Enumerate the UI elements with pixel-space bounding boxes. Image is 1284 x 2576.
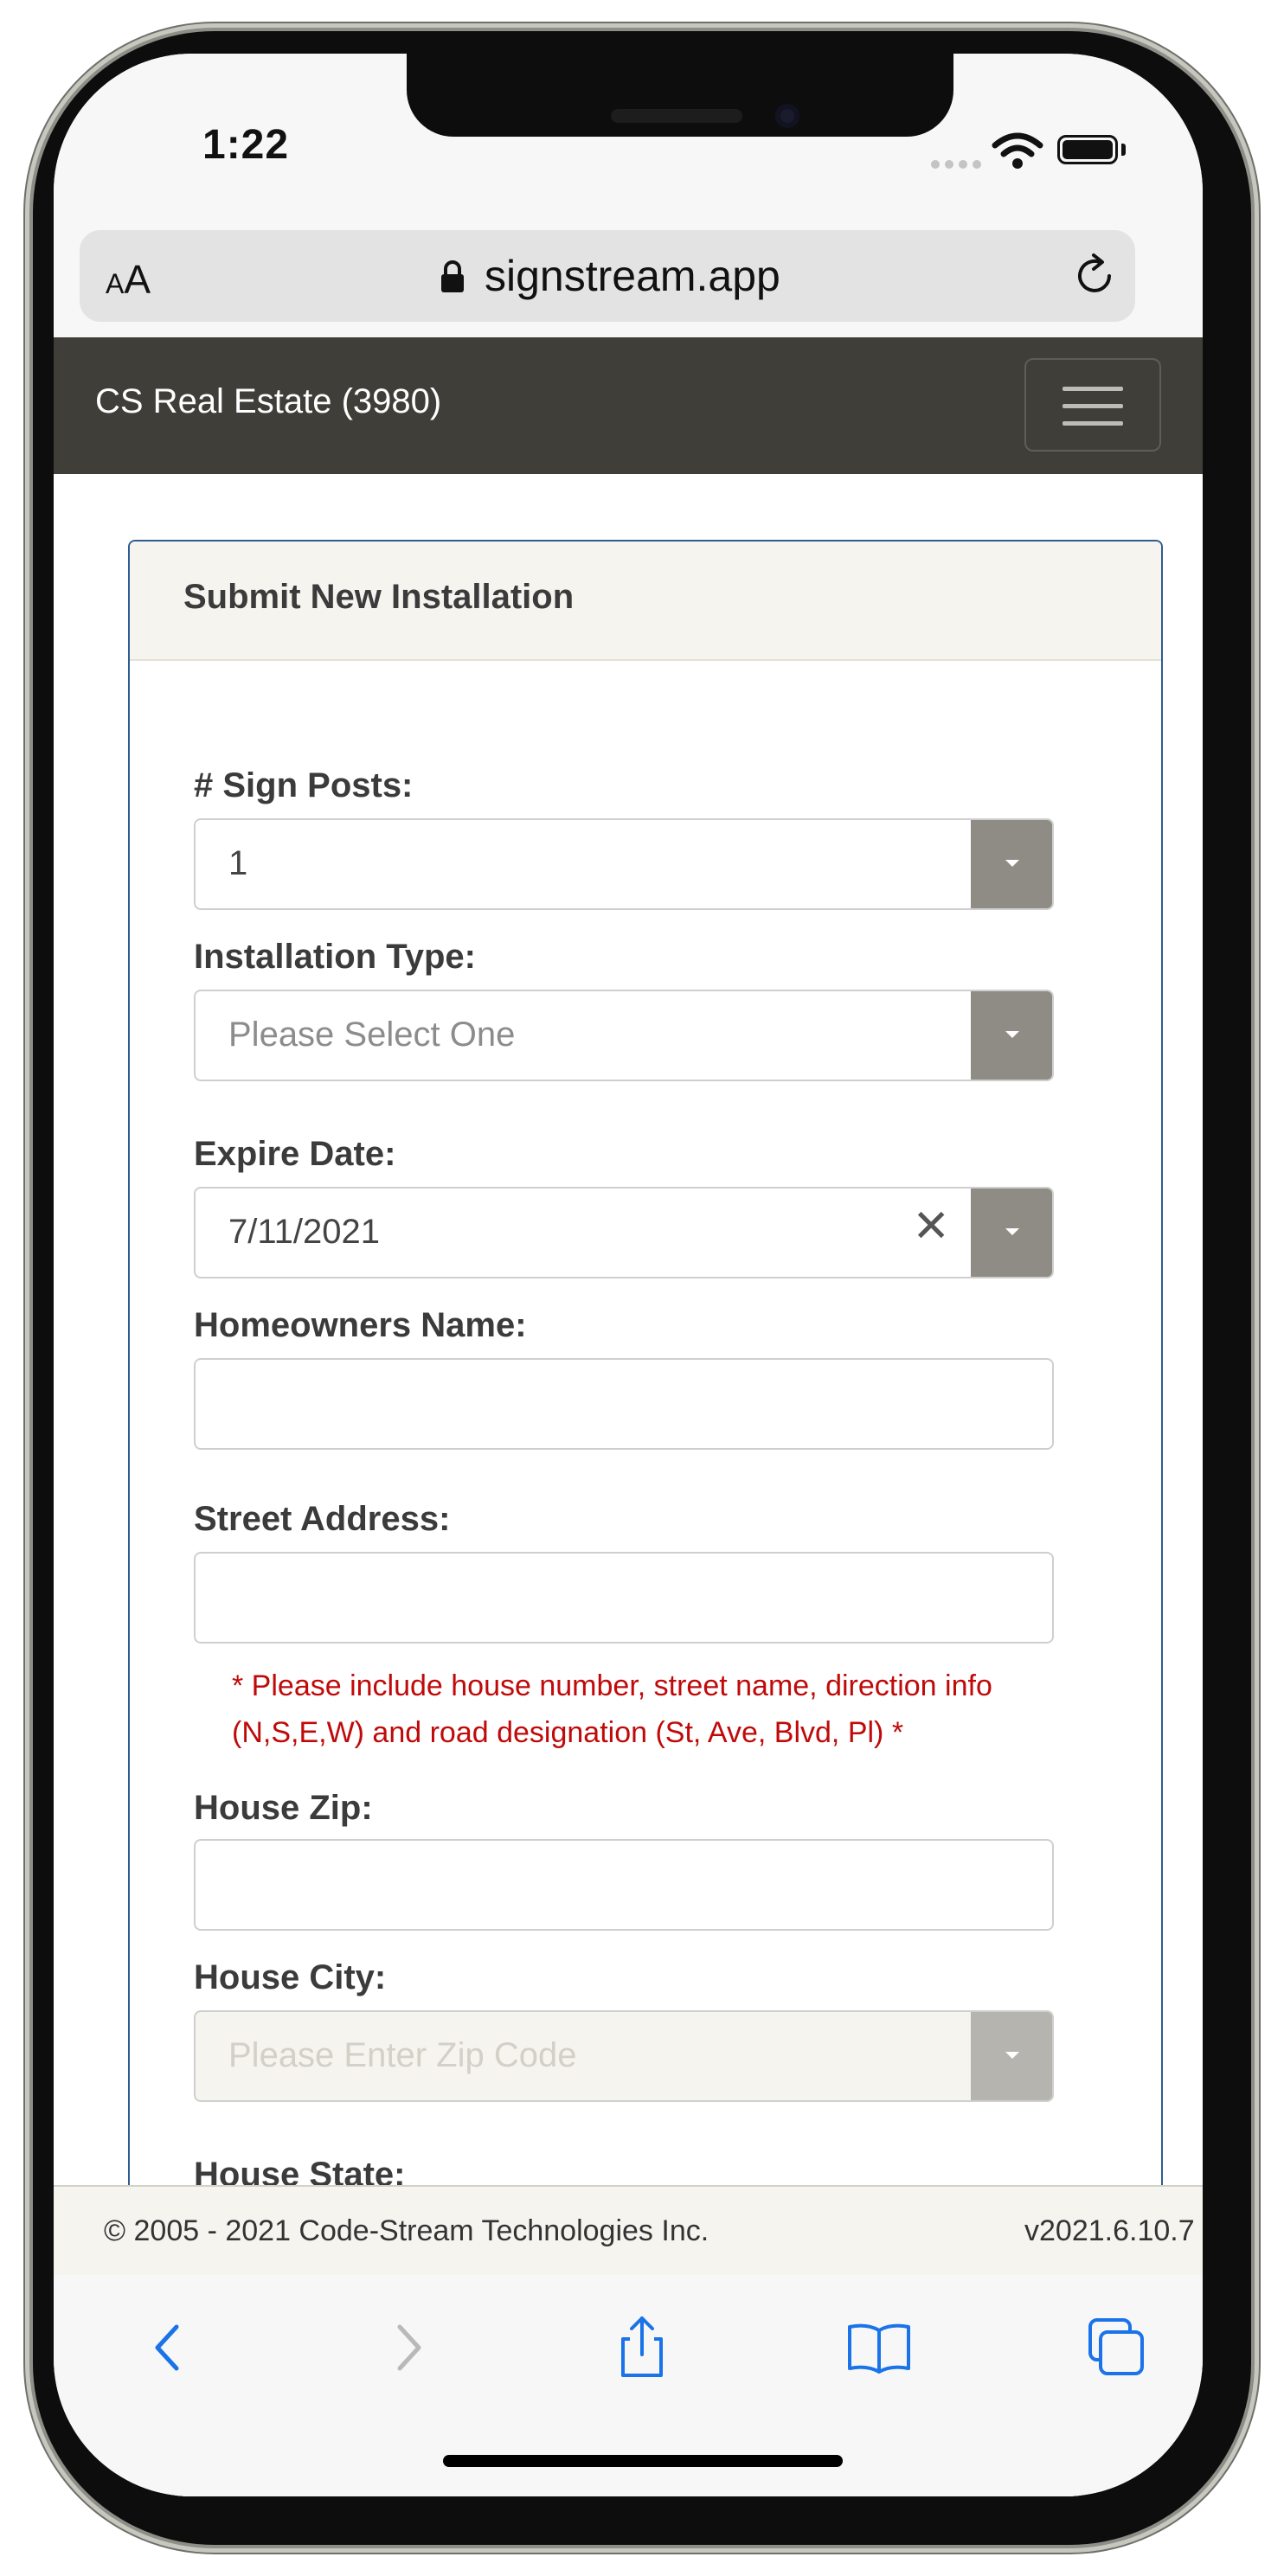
- sign-posts-value: 1: [228, 844, 248, 882]
- text-size-button[interactable]: AA: [106, 256, 151, 303]
- house-city-dropdown-button: [971, 2012, 1052, 2100]
- installation-type-placeholder: Please Select One: [228, 1016, 516, 1054]
- street-address-hint: * Please include house number, street na…: [232, 1669, 992, 1749]
- caret-down-icon: [1005, 1228, 1019, 1235]
- navbar-brand[interactable]: CS Real Estate (3980): [95, 382, 441, 421]
- hamburger-icon: [1063, 421, 1123, 426]
- sign-posts-select[interactable]: 1: [194, 818, 1054, 910]
- hamburger-icon: [1063, 387, 1123, 391]
- caret-down-icon: [1005, 1031, 1019, 1038]
- street-address-label: Street Address:: [194, 1500, 451, 1538]
- expire-date-value: 7/11/2021: [228, 1213, 380, 1251]
- version-text: v2021.6.10.7: [1024, 2214, 1195, 2247]
- browser-address-area: AA signstream.app: [54, 218, 1203, 337]
- app-navbar: CS Real Estate (3980): [54, 337, 1203, 474]
- hamburger-icon: [1063, 404, 1123, 408]
- homeowners-name-label: Homeowners Name:: [194, 1306, 527, 1344]
- wifi-icon: [992, 132, 1043, 169]
- mute-switch: [24, 510, 33, 597]
- text-size-large-glyph: A: [124, 257, 151, 302]
- device-notch: [407, 54, 953, 137]
- expire-date-label: Expire Date:: [194, 1135, 396, 1173]
- chevron-right-icon[interactable]: [372, 2313, 441, 2382]
- phone-screen: 1:22 AA signstream.app CS Real Estate (3…: [54, 54, 1203, 2496]
- clear-date-icon[interactable]: ✕: [912, 1204, 950, 1249]
- sign-posts-dropdown-button[interactable]: [971, 820, 1052, 908]
- caret-down-icon: [1005, 860, 1019, 867]
- installation-type-label: Installation Type:: [194, 938, 476, 976]
- house-zip-label: House Zip:: [194, 1789, 373, 1827]
- menu-toggle-button[interactable]: [1024, 358, 1161, 452]
- power-button: [1251, 735, 1260, 995]
- earpiece-speaker: [611, 109, 742, 123]
- sign-posts-label: # Sign Posts:: [194, 766, 414, 804]
- volume-up-button: [24, 675, 33, 848]
- expire-date-picker[interactable]: 7/11/2021 ✕: [194, 1187, 1054, 1278]
- installation-type-dropdown-button[interactable]: [971, 991, 1052, 1080]
- share-icon[interactable]: [607, 2313, 677, 2382]
- copyright-text: © 2005 - 2021 Code-Stream Technologies I…: [104, 2214, 709, 2247]
- front-camera: [775, 104, 799, 128]
- page-footer: © 2005 - 2021 Code-Stream Technologies I…: [54, 2185, 1203, 2275]
- house-city-select: Please Enter Zip Code: [194, 2010, 1054, 2102]
- status-time: 1:22: [202, 122, 290, 168]
- card-header: Submit New Installation: [130, 541, 1161, 661]
- expire-date-dropdown-button[interactable]: [971, 1189, 1052, 1277]
- lock-icon: [441, 260, 464, 292]
- house-city-label: House City:: [194, 1958, 387, 1996]
- installation-type-select[interactable]: Please Select One: [194, 990, 1054, 1081]
- cellular-signal-icon: [931, 157, 986, 173]
- street-address-input[interactable]: [194, 1552, 1054, 1644]
- battery-icon: [1057, 135, 1118, 164]
- reload-icon[interactable]: [1071, 253, 1118, 299]
- url-text: signstream.app: [485, 252, 780, 300]
- house-zip-input[interactable]: [194, 1839, 1054, 1931]
- tabs-icon[interactable]: [1082, 2313, 1151, 2382]
- book-icon[interactable]: [844, 2313, 914, 2382]
- battery-tip: [1121, 144, 1126, 156]
- chevron-left-icon[interactable]: [135, 2313, 204, 2382]
- caret-down-icon: [1005, 2052, 1019, 2059]
- homeowners-name-input[interactable]: [194, 1358, 1054, 1450]
- home-indicator: [443, 2455, 843, 2467]
- house-city-placeholder: Please Enter Zip Code: [228, 2036, 577, 2074]
- address-bar[interactable]: AA signstream.app: [80, 230, 1135, 322]
- form-title: Submit New Installation: [183, 578, 575, 616]
- text-size-small-glyph: A: [106, 268, 125, 299]
- volume-down-button: [24, 896, 33, 1069]
